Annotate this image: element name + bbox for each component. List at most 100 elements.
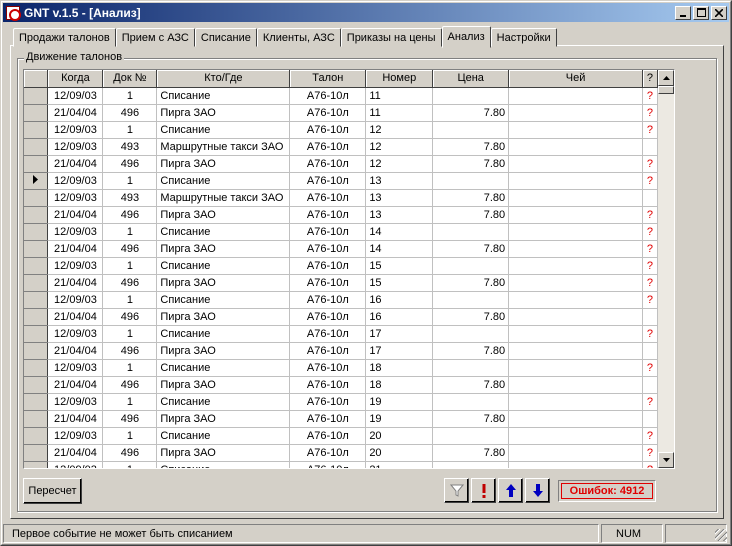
table-cell[interactable]: А76-10л [289, 223, 367, 241]
table-cell[interactable] [508, 291, 643, 309]
table-cell[interactable] [508, 461, 643, 468]
table-cell[interactable]: Пирга ЗАО [156, 155, 291, 173]
table-cell[interactable]: 21/04/04 [47, 274, 104, 292]
row-indicator[interactable] [24, 376, 49, 394]
table-cell[interactable] [432, 427, 510, 445]
col-header[interactable]: Чей [508, 70, 643, 88]
table-cell[interactable]: 7.80 [432, 308, 510, 326]
table-cell[interactable]: 15 [365, 257, 434, 275]
table-cell[interactable]: 1 [102, 121, 158, 139]
row-indicator[interactable] [24, 410, 49, 428]
scroll-down-button[interactable] [658, 452, 674, 468]
resize-grip[interactable] [715, 529, 727, 541]
table-cell[interactable]: 21/04/04 [47, 104, 104, 122]
table-cell[interactable]: Списание [156, 121, 291, 139]
table-cell[interactable] [508, 257, 643, 275]
tab-3[interactable]: Списание [194, 28, 257, 47]
row-indicator[interactable] [24, 104, 49, 122]
table-cell[interactable] [508, 172, 643, 190]
error-flag[interactable] [642, 342, 658, 360]
table-cell[interactable]: 12 [365, 121, 434, 139]
table-row[interactable]: 21/04/04 496 Пирга ЗАО А76-10л 11 7.80? [24, 104, 658, 122]
table-cell[interactable]: А76-10л [289, 87, 367, 105]
table-cell[interactable] [432, 223, 510, 241]
table-cell[interactable]: 12/09/03 [47, 223, 104, 241]
tab-5[interactable]: Приказы на цены [340, 28, 442, 47]
col-header[interactable]: Док № [102, 70, 158, 88]
vertical-scrollbar[interactable] [658, 70, 674, 468]
table-cell[interactable]: 493 [102, 189, 158, 207]
row-indicator[interactable] [24, 393, 49, 411]
scroll-up-button[interactable] [658, 70, 674, 86]
error-flag[interactable]: ? [642, 155, 658, 173]
row-indicator[interactable] [24, 189, 49, 207]
col-header[interactable]: Номер [365, 70, 434, 88]
table-cell[interactable] [508, 104, 643, 122]
tab-4[interactable]: Клиенты, АЗС [256, 28, 341, 47]
row-indicator[interactable] [24, 291, 49, 309]
error-mark-button[interactable] [471, 478, 496, 503]
table-cell[interactable]: 1 [102, 257, 158, 275]
table-cell[interactable]: А76-10л [289, 291, 367, 309]
table-cell[interactable]: А76-10л [289, 376, 367, 394]
table-cell[interactable]: 12/09/03 [47, 291, 104, 309]
recalc-button[interactable]: Пересчет [23, 478, 82, 504]
table-cell[interactable] [508, 121, 643, 139]
error-flag[interactable]: ? [642, 240, 658, 258]
error-flag[interactable]: ? [642, 444, 658, 462]
table-cell[interactable]: 21/04/04 [47, 376, 104, 394]
table-cell[interactable]: А76-10л [289, 393, 367, 411]
table-row[interactable]: 12/09/03 1 Списание А76-10л 19? [24, 393, 658, 411]
table-cell[interactable]: Пирга ЗАО [156, 274, 291, 292]
table-row[interactable]: 12/09/03 1 Списание А76-10л 14? [24, 223, 658, 241]
table-row[interactable]: 12/09/03 1 Списание А76-10л 17? [24, 325, 658, 343]
row-indicator[interactable] [24, 223, 49, 241]
table-cell[interactable] [508, 155, 643, 173]
table-cell[interactable]: 7.80 [432, 342, 510, 360]
table-cell[interactable]: Маршрутные такси ЗАО [156, 189, 291, 207]
table-cell[interactable]: 12/09/03 [47, 121, 104, 139]
row-indicator[interactable] [24, 121, 49, 139]
table-cell[interactable]: 7.80 [432, 274, 510, 292]
close-button[interactable] [711, 5, 727, 20]
table-cell[interactable]: А76-10л [289, 359, 367, 377]
error-flag[interactable] [642, 189, 658, 207]
table-cell[interactable]: 12/09/03 [47, 257, 104, 275]
error-flag[interactable]: ? [642, 274, 658, 292]
table-cell[interactable] [508, 359, 643, 377]
table-cell[interactable]: Списание [156, 461, 291, 468]
tab-1[interactable]: Продажи талонов [13, 28, 116, 47]
table-cell[interactable]: А76-10л [289, 444, 367, 462]
table-cell[interactable]: А76-10л [289, 257, 367, 275]
table-cell[interactable]: 1 [102, 461, 158, 468]
tab-7[interactable]: Настройки [490, 28, 557, 47]
table-cell[interactable]: Пирга ЗАО [156, 308, 291, 326]
row-indicator[interactable] [24, 342, 49, 360]
table-cell[interactable]: 1 [102, 172, 158, 190]
table-cell[interactable] [508, 342, 643, 360]
error-flag[interactable]: ? [642, 393, 658, 411]
table-cell[interactable]: 496 [102, 342, 158, 360]
table-cell[interactable]: 19 [365, 410, 434, 428]
table-cell[interactable]: 12/09/03 [47, 138, 104, 156]
table-cell[interactable]: А76-10л [289, 138, 367, 156]
table-cell[interactable] [508, 427, 643, 445]
table-cell[interactable]: А76-10л [289, 410, 367, 428]
error-flag[interactable]: ? [642, 257, 658, 275]
table-cell[interactable]: 496 [102, 444, 158, 462]
table-cell[interactable] [508, 189, 643, 207]
row-indicator[interactable] [24, 172, 49, 190]
row-indicator[interactable] [24, 427, 49, 445]
table-cell[interactable]: Пирга ЗАО [156, 206, 291, 224]
table-cell[interactable]: 12/09/03 [47, 461, 104, 468]
table-cell[interactable]: 17 [365, 325, 434, 343]
col-header[interactable]: Когда [47, 70, 104, 88]
row-indicator[interactable] [24, 444, 49, 462]
title-bar[interactable]: GNT v.1.5 - [Анализ] [3, 3, 729, 22]
error-flag[interactable]: ? [642, 87, 658, 105]
prev-error-button[interactable] [498, 478, 523, 503]
table-cell[interactable]: 12/09/03 [47, 427, 104, 445]
col-header[interactable]: Кто/Где [156, 70, 291, 88]
table-cell[interactable] [432, 393, 510, 411]
table-cell[interactable]: Пирга ЗАО [156, 444, 291, 462]
